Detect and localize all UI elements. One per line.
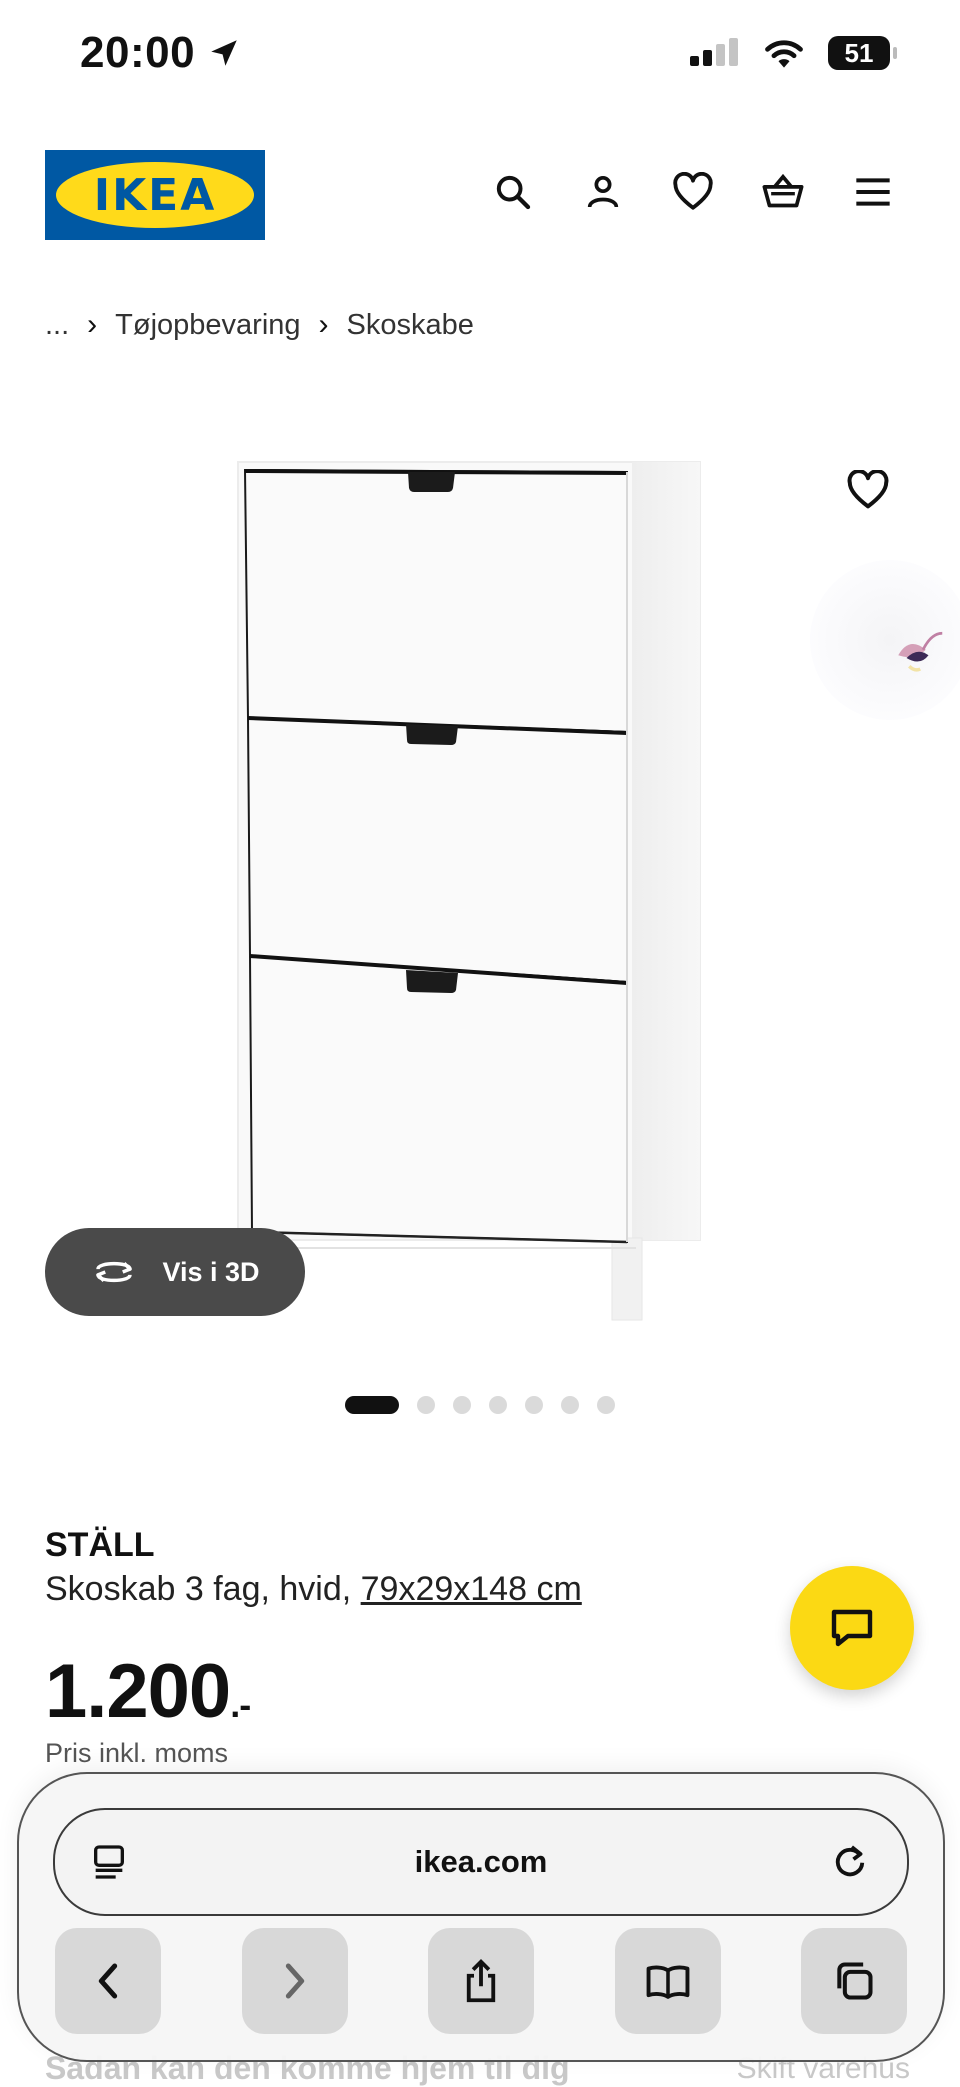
favourites-button[interactable] <box>671 170 715 214</box>
gallery-pagination <box>345 1396 615 1414</box>
browser-tab-bar <box>55 1928 907 2034</box>
share-button[interactable] <box>428 1928 534 2034</box>
price-suffix: .- <box>230 1684 251 1725</box>
view-in-3d-label: Vis i 3D <box>162 1256 260 1287</box>
reader-icon <box>94 1845 124 1879</box>
basket-button[interactable] <box>761 170 805 214</box>
account-button[interactable] <box>581 170 625 214</box>
reload-button[interactable] <box>829 1840 871 1887</box>
address-bar[interactable]: ikea.com <box>53 1808 909 1916</box>
bookmarks-button[interactable] <box>614 1928 721 2034</box>
location-arrow-icon <box>211 40 237 66</box>
gallery-dot-2[interactable] <box>417 1396 435 1414</box>
share-icon <box>466 1959 496 2003</box>
url-text: ikea.com <box>414 1844 548 1879</box>
add-to-favourites-button[interactable] <box>846 469 890 514</box>
battery-icon: 51 <box>828 36 897 70</box>
wifi-icon <box>765 40 803 68</box>
chevron-right-icon: › <box>87 308 98 341</box>
tabs-icon <box>837 1962 873 2000</box>
price-value: 1.200 <box>45 1649 231 1734</box>
rotate-3d-icon <box>96 1261 133 1283</box>
gallery-dot-3[interactable] <box>453 1396 471 1414</box>
forward-icon <box>285 1963 304 1999</box>
status-indicators: 51 <box>690 36 897 70</box>
status-time-text: 20:00 <box>80 28 196 77</box>
gallery-dot-5[interactable] <box>525 1396 543 1414</box>
product-image[interactable] <box>0 400 960 1360</box>
product-description-text: Skoskab 3 fag, hvid, <box>45 1570 352 1608</box>
back-button[interactable] <box>55 1928 161 2034</box>
search-button[interactable] <box>491 170 535 214</box>
forward-button[interactable] <box>241 1928 348 2034</box>
logo-oval: IKEA <box>56 162 254 228</box>
breadcrumb: ... › Tøjopbevaring › Skoskabe <box>45 308 474 342</box>
gallery-dot-1[interactable] <box>345 1396 399 1414</box>
browser-toolbar: ikea.com <box>17 1772 945 2062</box>
chat-icon <box>831 1609 873 1647</box>
logo-text: IKEA <box>93 169 217 221</box>
chevron-right-icon: › <box>318 308 329 341</box>
gallery-dot-4[interactable] <box>489 1396 507 1414</box>
chat-button[interactable] <box>790 1566 914 1690</box>
ikea-logo[interactable]: IKEA <box>45 150 265 240</box>
heart-icon <box>847 469 889 509</box>
price-note: Pris inkl. moms <box>45 1738 229 1768</box>
breadcrumb-ellipsis[interactable]: ... <box>45 309 69 342</box>
menu-button[interactable] <box>851 170 895 214</box>
status-time: 20:00 <box>80 28 241 78</box>
reload-icon <box>835 1845 865 1877</box>
menu-icon <box>856 178 890 206</box>
product-price: 1.200.- <box>45 1648 251 1735</box>
back-icon <box>98 1963 118 1999</box>
signal-icon <box>690 38 738 66</box>
breadcrumb-item-clothes-storage[interactable]: Tøjopbevaring <box>115 309 300 342</box>
breadcrumb-item-shoe-cabinets[interactable]: Skoskabe <box>347 309 474 342</box>
gallery-dot-6[interactable] <box>561 1396 579 1414</box>
flower-icon <box>898 631 943 672</box>
account-icon <box>587 176 619 208</box>
product-dimensions-link[interactable]: 79x29x148 cm <box>361 1570 582 1608</box>
bookmarks-icon <box>646 1965 689 1999</box>
product-description: Skoskab 3 fag, hvid, 79x29x148 cm <box>45 1570 582 1609</box>
basket-icon <box>762 173 804 208</box>
tabs-button[interactable] <box>801 1928 907 2034</box>
heart-icon <box>673 172 713 210</box>
reader-button[interactable] <box>89 1842 129 1887</box>
view-in-3d-button[interactable]: Vis i 3D <box>45 1228 305 1316</box>
search-icon <box>496 175 531 210</box>
product-name: STÄLL <box>45 1526 155 1564</box>
header-actions <box>491 170 895 214</box>
battery-level: 51 <box>844 37 874 68</box>
gallery-dot-7[interactable] <box>597 1396 615 1414</box>
